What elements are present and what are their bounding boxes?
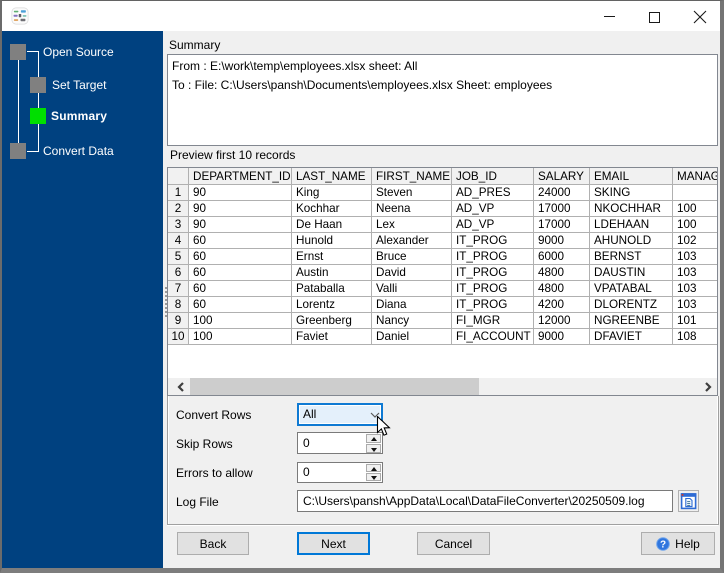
svg-text:?: ? — [660, 539, 666, 550]
